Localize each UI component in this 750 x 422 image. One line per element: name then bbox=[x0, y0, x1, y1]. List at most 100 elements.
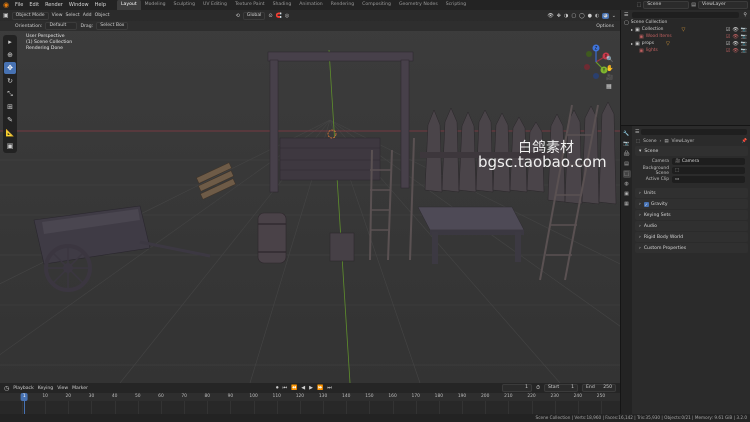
properties-search-input[interactable] bbox=[641, 128, 747, 135]
eye-icon[interactable]: 👁 bbox=[732, 27, 738, 33]
menu-file[interactable]: File bbox=[12, 2, 26, 8]
tab-sculpting[interactable]: Sculpting bbox=[170, 0, 199, 10]
checkbox-icon[interactable]: ☑ bbox=[726, 34, 730, 40]
tab-uv-editing[interactable]: UV Editing bbox=[199, 0, 231, 10]
tab-modeling[interactable]: Modeling bbox=[141, 0, 170, 10]
expand-arrow-icon[interactable]: ▸ bbox=[631, 41, 633, 46]
menu-select[interactable]: Select bbox=[66, 13, 80, 18]
eye-icon[interactable]: 👁 bbox=[732, 41, 738, 47]
timeline-ruler[interactable]: 0102030405060708090100110120130140150160… bbox=[0, 393, 620, 401]
outliner-search-input[interactable] bbox=[632, 11, 740, 18]
shading-material-icon[interactable]: ◐ bbox=[595, 13, 599, 19]
tab-shading[interactable]: Shading bbox=[269, 0, 296, 10]
mode-selector[interactable]: Object Mode bbox=[11, 11, 49, 20]
tab-compositing[interactable]: Compositing bbox=[358, 0, 395, 10]
overlay-icon[interactable]: ◑ bbox=[564, 13, 568, 19]
properties-editor-icon[interactable]: ☰ bbox=[635, 129, 639, 135]
jump-start-icon[interactable]: ⏮ bbox=[283, 385, 288, 391]
add-cube-icon[interactable]: ▣ bbox=[4, 140, 16, 152]
outliner-editor-icon[interactable]: ☰ bbox=[624, 12, 628, 18]
camera-view-icon[interactable]: 🎥 bbox=[606, 74, 620, 81]
pivot-icon[interactable]: ⊙ bbox=[268, 13, 272, 19]
camera-render-icon[interactable]: 📷 bbox=[741, 48, 747, 54]
bg-scene-field[interactable]: ⬚ bbox=[672, 167, 745, 174]
pan-hand-icon[interactable]: ✋ bbox=[606, 65, 620, 72]
menu-window[interactable]: Window bbox=[66, 2, 92, 8]
editor-type-icon[interactable]: ▣ bbox=[3, 12, 9, 19]
menu-object[interactable]: Object bbox=[95, 13, 110, 18]
options-menu[interactable]: Options bbox=[596, 24, 614, 29]
snap-icon[interactable]: 🧲 bbox=[276, 13, 282, 19]
xray-icon[interactable]: ▢ bbox=[571, 13, 576, 19]
panel-keying-sets[interactable]: › Keying Sets bbox=[635, 210, 748, 220]
jump-end-icon[interactable]: ⏭ bbox=[327, 385, 332, 391]
filter-icon[interactable]: ⚲ bbox=[743, 12, 747, 18]
menu-help[interactable]: Help bbox=[92, 2, 109, 8]
outliner-row[interactable]: ▣ lights ☑ 👁 📷 bbox=[621, 47, 750, 54]
viewlayer-selector[interactable]: ViewLayer bbox=[698, 1, 748, 9]
record-icon[interactable]: ⏺ bbox=[276, 385, 279, 391]
panel-audio[interactable]: › Audio bbox=[635, 221, 748, 231]
tab-texture-paint[interactable]: Texture Paint bbox=[231, 0, 269, 10]
shading-options-icon[interactable]: ⌄ bbox=[612, 13, 616, 19]
outliner-row[interactable]: ▸ ▣ Collection ▽ ☑ 👁 📷 bbox=[621, 26, 750, 33]
menu-edit[interactable]: Edit bbox=[26, 2, 42, 8]
prev-key-icon[interactable]: ⏪ bbox=[291, 385, 297, 391]
menu-marker[interactable]: Marker bbox=[72, 386, 88, 391]
output-tab-icon[interactable]: 🖨 bbox=[623, 150, 631, 158]
pin-icon[interactable]: 📌 bbox=[742, 139, 747, 144]
checkbox-icon[interactable]: ☑ bbox=[726, 41, 730, 47]
expand-arrow-icon[interactable]: ▸ bbox=[631, 27, 633, 32]
drag-selector[interactable]: Select Box bbox=[96, 22, 129, 30]
menu-add[interactable]: Add bbox=[83, 13, 92, 18]
view-layer-tab-icon[interactable]: ▤ bbox=[623, 160, 631, 168]
cursor-select-icon[interactable]: ▸ bbox=[4, 36, 16, 48]
eye-icon[interactable]: 👁 bbox=[732, 48, 738, 54]
camera-field[interactable]: 🎥 Camera bbox=[672, 158, 745, 165]
panel-units[interactable]: › Units bbox=[635, 188, 748, 198]
texture-tab-icon[interactable]: ▦ bbox=[623, 200, 631, 208]
panel-rigid-body-world[interactable]: › Rigid Body World bbox=[635, 232, 748, 242]
blender-logo-icon[interactable]: ◉ bbox=[0, 1, 12, 9]
tab-rendering[interactable]: Rendering bbox=[327, 0, 358, 10]
panel-custom-properties[interactable]: › Custom Properties bbox=[635, 243, 748, 253]
camera-render-icon[interactable]: 📷 bbox=[741, 34, 747, 40]
timeline-editor-icon[interactable]: ◷ bbox=[4, 385, 9, 392]
visibility-icon[interactable]: 👁 bbox=[547, 13, 553, 19]
playhead-line[interactable] bbox=[24, 401, 26, 414]
camera-render-icon[interactable]: 📷 bbox=[741, 27, 747, 33]
annotate-icon[interactable]: ✎ bbox=[4, 114, 16, 126]
3d-viewport[interactable]: 白鸽素材 bgsc.taobao.com ▣ Object Mode View … bbox=[0, 10, 620, 383]
scene-selector[interactable]: Scene bbox=[643, 1, 690, 9]
panel-gravity[interactable]: › ✓ Gravity bbox=[635, 199, 748, 209]
stopwatch-icon[interactable]: ⏱ bbox=[536, 385, 540, 391]
cursor-icon[interactable]: ⊕ bbox=[4, 49, 16, 61]
panel-scene[interactable]: ▾ Scene bbox=[635, 146, 748, 156]
menu-render[interactable]: Render bbox=[42, 2, 66, 8]
active-clip-field[interactable]: ▭ bbox=[672, 176, 745, 183]
measure-icon[interactable]: 📐 bbox=[4, 127, 16, 139]
tab-scripting[interactable]: Scripting bbox=[442, 0, 470, 10]
outliner-root-row[interactable]: ▢ Scene Collection bbox=[621, 19, 750, 26]
end-frame-field[interactable]: End 250 bbox=[582, 384, 616, 392]
scale-icon[interactable]: ⤡ bbox=[4, 88, 16, 100]
next-key-icon[interactable]: ⏩ bbox=[317, 385, 323, 391]
collection-tab-icon[interactable]: ▣ bbox=[623, 190, 631, 198]
grid-view-icon[interactable]: ▦ bbox=[606, 83, 620, 90]
orientation-selector[interactable]: Default bbox=[45, 22, 78, 30]
gizmo-toggle-icon[interactable]: ✥ bbox=[557, 13, 561, 19]
outliner-row[interactable]: ▣ Wood Items ☑ 👁 📷 bbox=[621, 33, 750, 40]
move-icon[interactable]: ✥ bbox=[4, 62, 16, 74]
rotate-icon[interactable]: ↻ bbox=[4, 75, 16, 87]
checkbox-icon[interactable]: ☑ bbox=[726, 27, 730, 33]
play-icon[interactable]: ▶ bbox=[309, 385, 313, 391]
play-reverse-icon[interactable]: ◀ bbox=[301, 385, 305, 391]
transform-orientation[interactable]: Global bbox=[242, 11, 266, 20]
render-tab-icon[interactable]: 📷 bbox=[623, 140, 631, 148]
current-frame-field[interactable]: 1 bbox=[502, 384, 533, 392]
zoom-icon[interactable]: 🔍 bbox=[606, 56, 620, 63]
menu-view[interactable]: View bbox=[52, 13, 63, 18]
shading-solid-icon[interactable]: ● bbox=[588, 13, 592, 19]
shading-wire-icon[interactable]: ◯ bbox=[579, 13, 585, 19]
tab-animation[interactable]: Animation bbox=[295, 0, 326, 10]
